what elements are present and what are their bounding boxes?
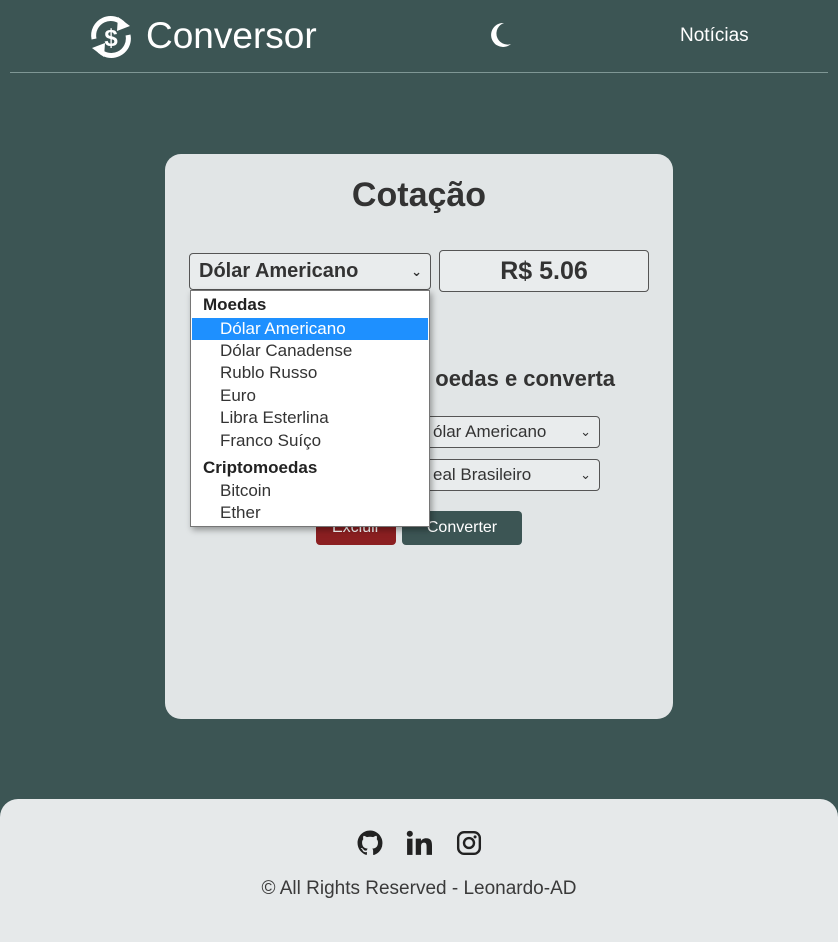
brand-title: Conversor (146, 15, 317, 56)
dropdown-option[interactable]: Libra Esterlina (192, 407, 428, 429)
dropdown-option[interactable]: Dólar Canadense (192, 340, 428, 362)
from-currency-select[interactable]: ólar Americano ⌄ (420, 416, 600, 448)
moon-icon[interactable] (489, 21, 513, 48)
quote-value-display: R$ 5.06 (439, 250, 649, 292)
currency-exchange-icon: $ (91, 16, 131, 58)
quote-currency-select-value: Dólar Americano (199, 260, 359, 282)
dropdown-group-label: Moedas (203, 295, 267, 314)
github-icon[interactable] (357, 830, 383, 856)
chevron-down-icon: ⌄ (411, 264, 422, 279)
footer (0, 799, 838, 942)
card-title: Cotação (351, 176, 487, 214)
instagram-icon[interactable] (456, 830, 482, 856)
header-divider (10, 72, 828, 73)
dropdown-option[interactable]: Franco Suíço (192, 430, 428, 452)
chevron-down-icon: ⌄ (580, 424, 591, 439)
dropdown-option[interactable]: Rublo Russo (192, 362, 428, 384)
dropdown-option[interactable]: Bitcoin (192, 480, 428, 502)
chevron-down-icon: ⌄ (580, 467, 591, 482)
dropdown-option[interactable]: Dólar Americano (192, 318, 428, 340)
dropdown-option[interactable]: Euro (192, 385, 428, 407)
to-currency-select[interactable]: eal Brasileiro ⌄ (420, 459, 600, 491)
dropdown-option[interactable]: Ether (192, 502, 428, 524)
nav-link-news[interactable]: Notícias (680, 25, 749, 47)
to-currency-select-value: eal Brasileiro (433, 465, 532, 484)
from-currency-select-value: ólar Americano (433, 422, 547, 441)
copyright-text: © All Rights Reserved - Leonardo-AD (261, 878, 577, 899)
currency-dropdown-list: Moedas Dólar Americano Dólar Canadense R… (190, 290, 430, 527)
quote-currency-select[interactable]: Dólar Americano ⌄ (189, 253, 431, 290)
svg-text:$: $ (104, 25, 118, 52)
dropdown-group-label: Criptomoedas (203, 458, 318, 477)
linkedin-icon[interactable] (406, 830, 432, 856)
